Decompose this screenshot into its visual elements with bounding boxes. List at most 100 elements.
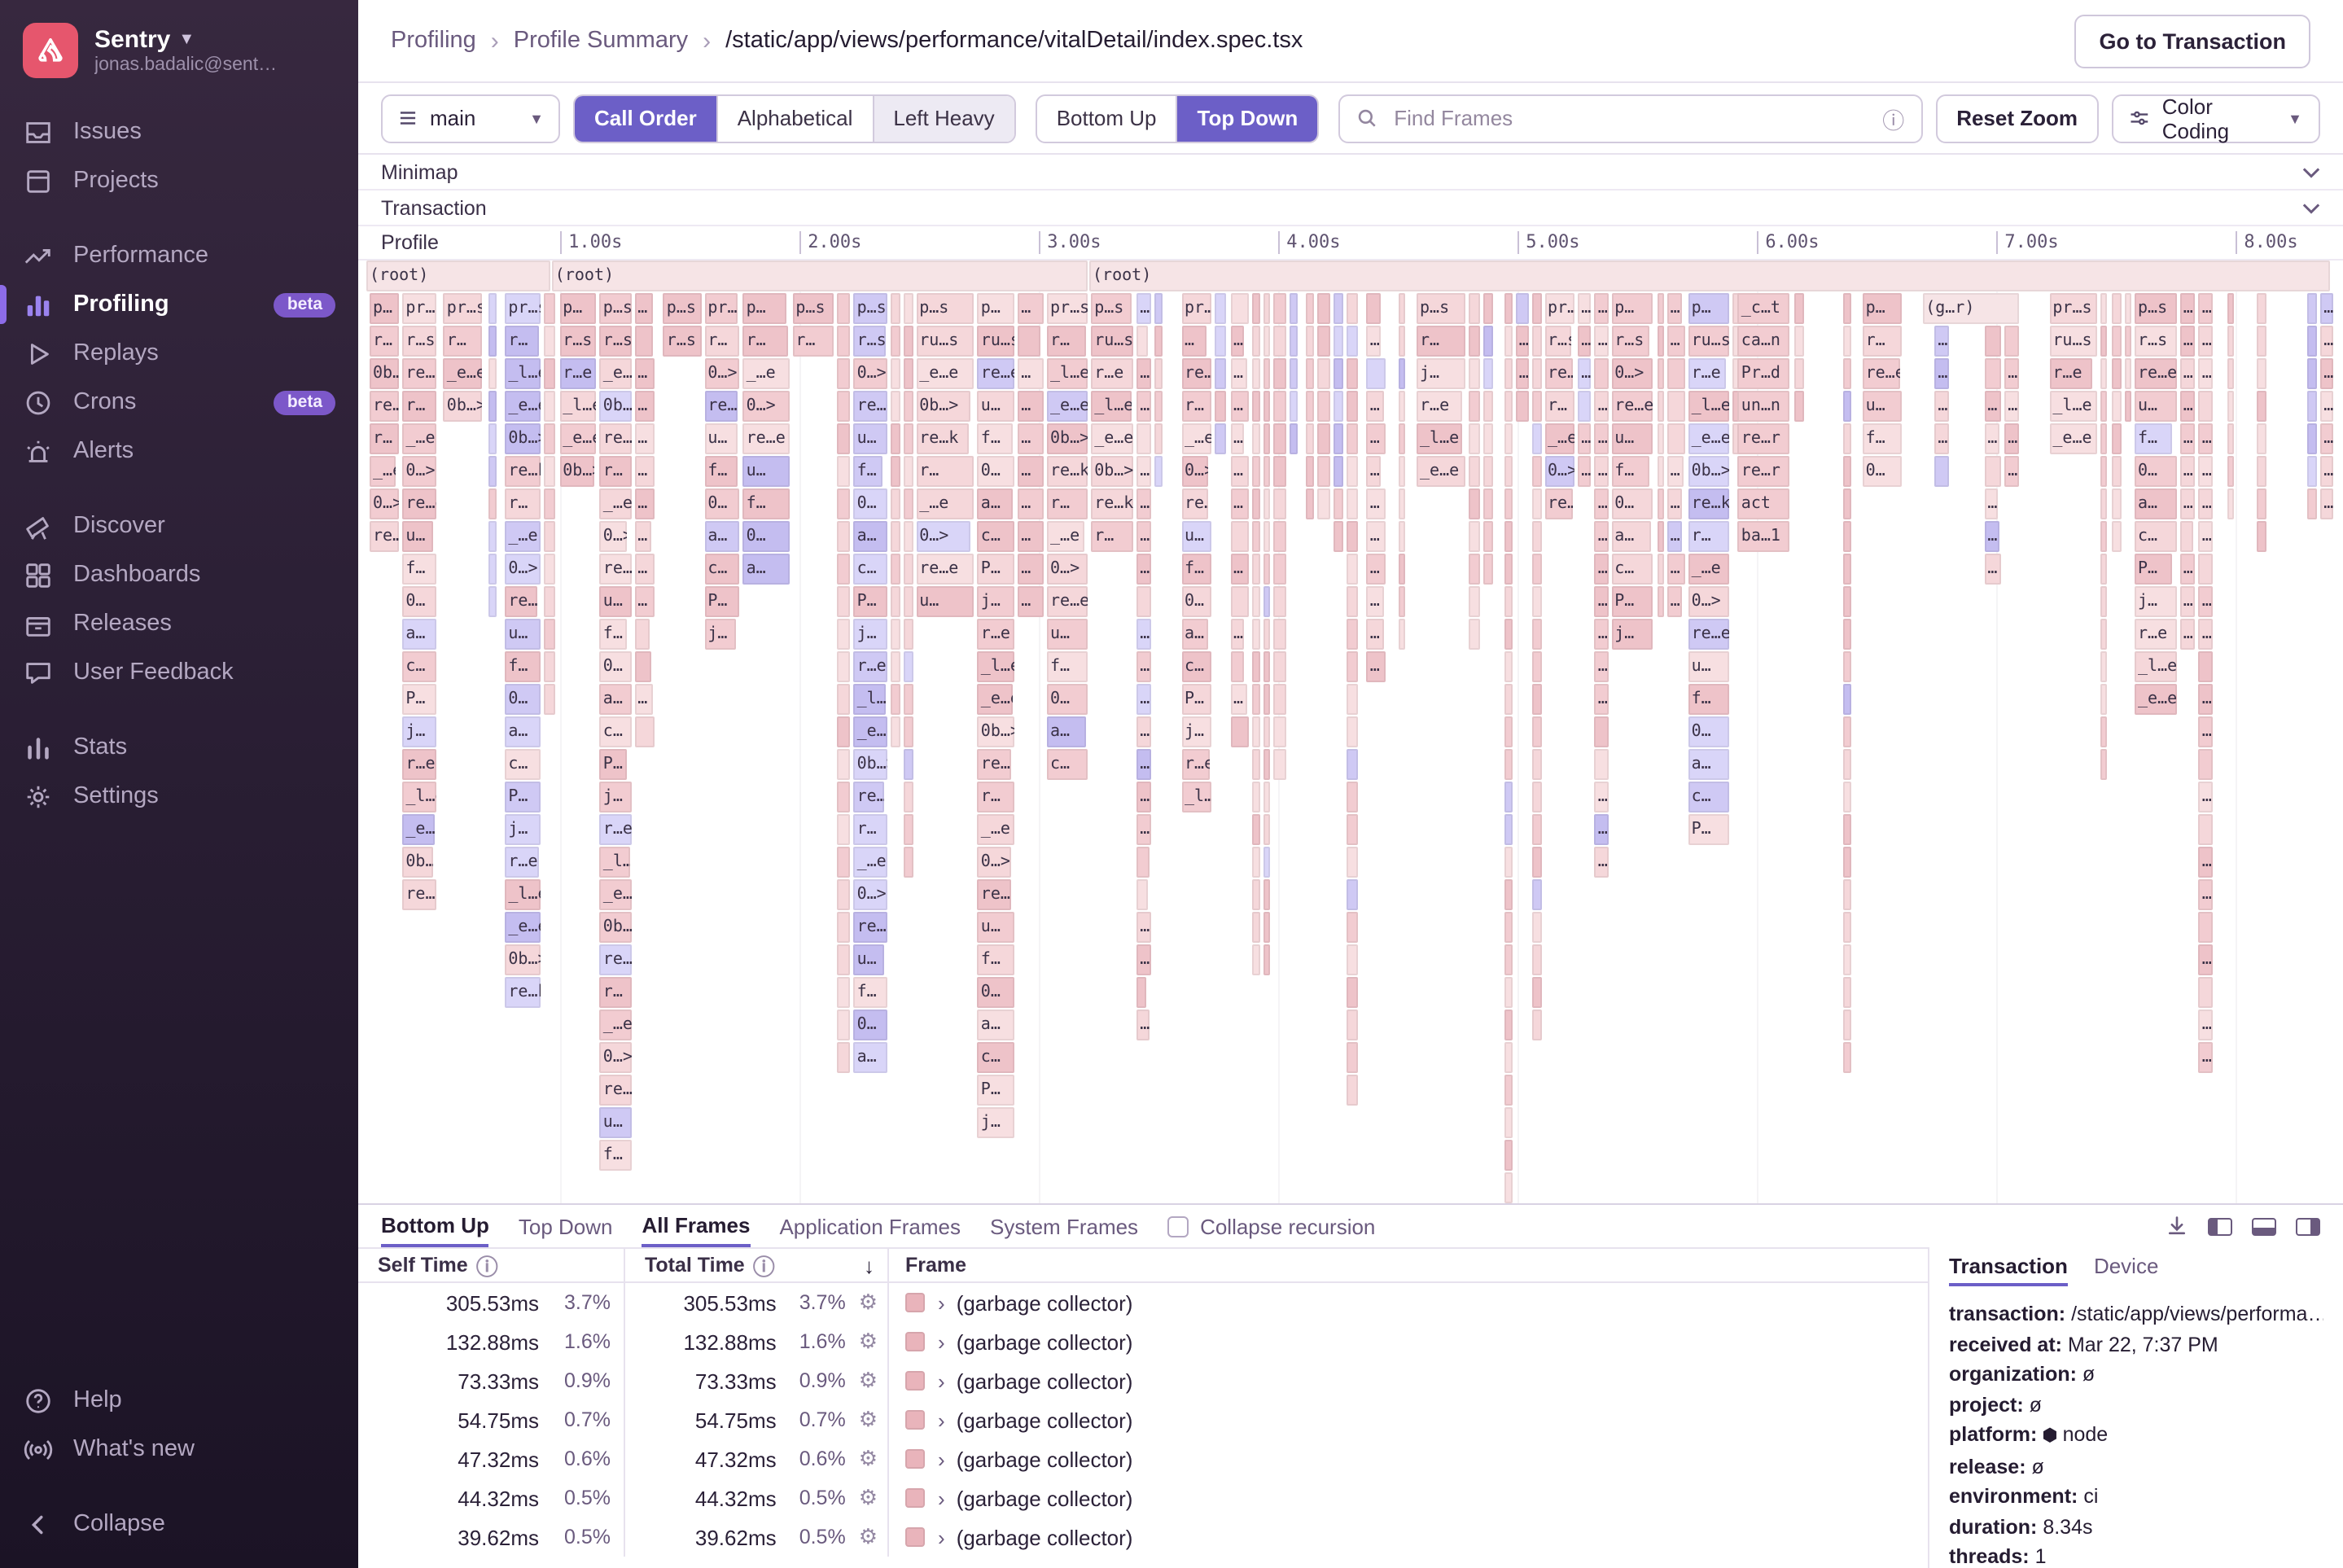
flame-frame[interactable]: p…: [1688, 293, 1730, 324]
color-coding-button[interactable]: Color Coding ▼: [2112, 94, 2320, 142]
flame-frame[interactable]: re…k: [978, 749, 1011, 780]
flame-frame[interactable]: [1793, 358, 1804, 389]
flame-frame[interactable]: …: [1595, 456, 1608, 487]
flame-frame[interactable]: f…: [2135, 423, 2173, 454]
flame-frame[interactable]: [634, 716, 654, 747]
flame-frame[interactable]: [1657, 456, 1664, 487]
flame-frame[interactable]: [1532, 684, 1541, 715]
flame-frame[interactable]: _e…e: [444, 358, 483, 389]
flame-frame[interactable]: j…: [1611, 619, 1653, 650]
flame-frame[interactable]: …: [1984, 554, 2001, 585]
flame-frame[interactable]: [488, 554, 497, 585]
flame-frame[interactable]: 0b…>: [505, 423, 541, 454]
flame-frame[interactable]: [1399, 521, 1405, 552]
expand-chevron-icon[interactable]: ›: [938, 1486, 945, 1510]
flame-frame[interactable]: f…: [1047, 651, 1087, 682]
flame-frame[interactable]: 0b…>: [559, 456, 595, 487]
flame-frame[interactable]: …: [1667, 293, 1682, 324]
flame-frame[interactable]: [2125, 358, 2131, 389]
flame-frame[interactable]: (root): [552, 261, 1088, 291]
flame-frame[interactable]: c…: [1611, 554, 1653, 585]
sidebar-item-user-feedback[interactable]: User Feedback: [0, 648, 358, 697]
flame-frame[interactable]: [544, 456, 556, 487]
direction-top-down-button[interactable]: Top Down: [1176, 95, 1318, 141]
flame-frame[interactable]: [838, 488, 851, 519]
flame-frame[interactable]: …: [1136, 1010, 1150, 1040]
flame-frame[interactable]: [838, 814, 851, 845]
flame-frame[interactable]: [1251, 358, 1259, 389]
flame-frame[interactable]: [2199, 814, 2214, 845]
flame-frame[interactable]: re…e: [1544, 488, 1573, 519]
flame-frame[interactable]: [2125, 391, 2131, 422]
flame-frame[interactable]: [1263, 423, 1270, 454]
flame-frame[interactable]: [904, 847, 913, 878]
flame-frame[interactable]: 0…: [2135, 456, 2177, 487]
flame-frame[interactable]: …: [1984, 521, 1999, 552]
flame-frame[interactable]: …: [2004, 358, 2018, 389]
flame-frame[interactable]: [544, 619, 556, 650]
flame-frame[interactable]: [838, 977, 851, 1008]
flame-frame[interactable]: r…: [854, 814, 887, 845]
flame-frame[interactable]: _…e: [743, 358, 790, 389]
flame-frame[interactable]: r…e: [1181, 749, 1210, 780]
flame-frame[interactable]: u…: [978, 912, 1015, 943]
flame-frame[interactable]: [1843, 749, 1851, 780]
flame-frame[interactable]: [1399, 423, 1405, 454]
flame-frame[interactable]: …: [1934, 391, 1948, 422]
flame-frame[interactable]: [838, 847, 851, 878]
flame-frame[interactable]: [544, 651, 556, 682]
flame-frame[interactable]: [2100, 716, 2106, 747]
flame-frame[interactable]: [1843, 944, 1851, 975]
flame-frame[interactable]: [1843, 782, 1851, 812]
flame-frame[interactable]: re…k: [505, 977, 541, 1008]
flame-frame[interactable]: [904, 456, 913, 487]
flame-frame[interactable]: P…: [978, 554, 1015, 585]
flame-frame[interactable]: [1482, 293, 1493, 324]
flame-frame[interactable]: …: [2320, 358, 2333, 389]
flame-frame[interactable]: [1595, 358, 1608, 389]
flame-frame[interactable]: f…: [600, 619, 628, 650]
flame-frame[interactable]: [1532, 554, 1541, 585]
sidebar-item-crons[interactable]: Crons beta: [0, 378, 358, 427]
flame-frame[interactable]: [1263, 456, 1270, 487]
flame-frame[interactable]: [2100, 586, 2106, 617]
flame-frame[interactable]: [2307, 456, 2317, 487]
flame-frame[interactable]: [488, 586, 497, 617]
flame-frame[interactable]: _…e: [402, 423, 436, 454]
flame-frame[interactable]: 0…: [978, 456, 1015, 487]
flame-frame[interactable]: [1469, 326, 1479, 357]
flame-frame[interactable]: [1307, 391, 1315, 422]
flame-frame[interactable]: r…s: [402, 326, 436, 357]
flame-frame[interactable]: [838, 586, 851, 617]
expand-chevron-icon[interactable]: ›: [938, 1329, 945, 1354]
flame-frame[interactable]: …: [1136, 912, 1151, 943]
flame-frame[interactable]: p…s: [1417, 293, 1465, 324]
flame-frame[interactable]: re…k: [1091, 488, 1133, 519]
flame-frame[interactable]: [1347, 749, 1359, 780]
flame-frame[interactable]: re…k: [600, 944, 631, 975]
search-input[interactable]: [1390, 104, 1869, 132]
flame-frame[interactable]: [2112, 293, 2122, 324]
expand-chevron-icon[interactable]: ›: [938, 1525, 945, 1549]
flame-frame[interactable]: [1504, 814, 1513, 845]
flame-frame[interactable]: …: [1578, 358, 1592, 389]
flame-frame[interactable]: ru…s: [1688, 326, 1730, 357]
flame-frame[interactable]: [1334, 456, 1343, 487]
flame-frame[interactable]: …: [634, 554, 654, 585]
flame-frame[interactable]: …: [1230, 684, 1247, 715]
flame-frame[interactable]: …: [1367, 586, 1385, 617]
flame-frame[interactable]: _e…e: [1417, 456, 1465, 487]
flame-frame[interactable]: …: [1230, 358, 1248, 389]
flame-frame[interactable]: [1251, 879, 1259, 910]
flame-frame[interactable]: r…: [444, 326, 483, 357]
flame-frame[interactable]: [2256, 456, 2266, 487]
flame-frame[interactable]: …: [634, 293, 653, 324]
flame-frame[interactable]: r…e: [1688, 358, 1727, 389]
flame-frame[interactable]: [1273, 391, 1286, 422]
flame-frame[interactable]: …: [2199, 879, 2214, 910]
flame-frame[interactable]: re…e: [600, 554, 631, 585]
flame-frame[interactable]: re…k: [402, 358, 436, 389]
flame-frame[interactable]: p…s: [2135, 293, 2177, 324]
tab-transaction[interactable]: Transaction: [1949, 1254, 2068, 1286]
sort-descending-icon[interactable]: ↓: [864, 1253, 874, 1277]
